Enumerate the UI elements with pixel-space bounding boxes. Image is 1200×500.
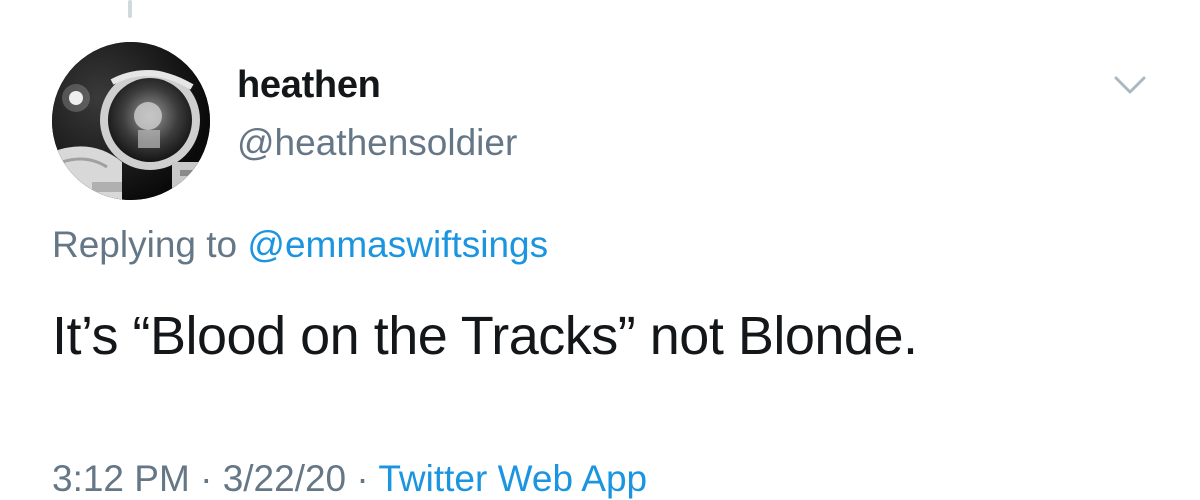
chevron-down-icon [1114,76,1146,94]
replying-to-label: Replying to [52,224,238,265]
meta-separator: · [200,458,213,499]
avatar[interactable] [52,42,210,200]
reply-mention-link[interactable]: @emmaswiftsings [247,224,548,265]
replying-to-line: Replying to @emmaswiftsings [52,224,548,266]
thread-connector-line [128,0,132,18]
tweet-source-link[interactable]: Twitter Web App [378,458,647,499]
author-handle[interactable]: @heathensoldier [237,122,517,164]
meta-separator: · [356,458,369,499]
tweet-time[interactable]: 3:12 PM [52,458,190,499]
tweet-meta: 3:12 PM · 3/22/20 · Twitter Web App [52,458,647,500]
tweet-date[interactable]: 3/22/20 [223,458,346,499]
tweet-menu-button[interactable] [1110,70,1150,100]
author-display-name[interactable]: heathen [237,64,381,107]
astronaut-avatar-image [52,42,210,200]
tweet-text: It’s “Blood on the Tracks” not Blonde. [52,306,918,366]
